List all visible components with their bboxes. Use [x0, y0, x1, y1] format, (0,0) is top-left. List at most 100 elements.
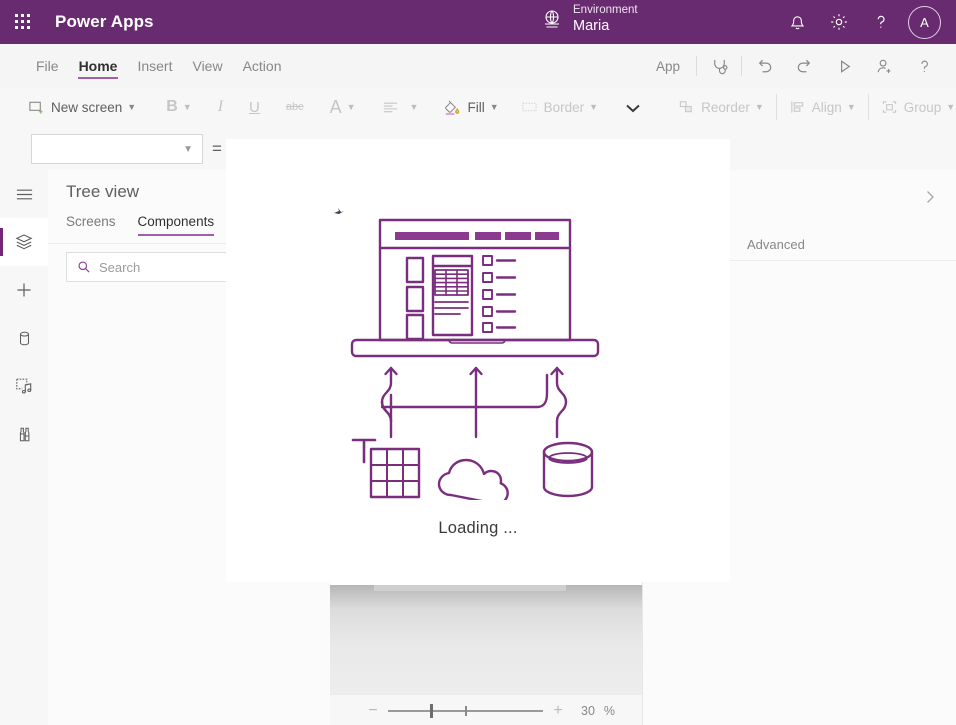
align-button[interactable]: Align ▼ [783, 92, 862, 122]
zoom-slider-thumb[interactable] [430, 703, 433, 718]
align-text-button[interactable]: ▼ [376, 92, 425, 122]
chevron-right-icon[interactable] [919, 186, 941, 208]
zoom-slider[interactable] [388, 703, 543, 719]
share-app-icon[interactable] [864, 44, 904, 88]
data-sources-icon[interactable] [0, 314, 48, 362]
fill-button[interactable]: Fill ▼ [436, 92, 504, 122]
menu-bar-actions: App [642, 44, 944, 88]
menu-bar: File Home Insert View Action App [0, 44, 956, 89]
menu-item-home[interactable]: Home [69, 44, 128, 88]
align-icon [382, 100, 399, 114]
font-size-button[interactable]: A ▼ [324, 92, 362, 122]
menu-item-insert[interactable]: Insert [127, 44, 182, 88]
page-title: Tree view [66, 182, 140, 201]
hamburger-menu-icon[interactable] [0, 170, 48, 218]
question-mark-icon[interactable] [860, 0, 902, 44]
tree-view-layers-icon[interactable] [0, 218, 48, 266]
zoom-in-button[interactable]: + [547, 702, 569, 720]
formula-equals-sign: = [212, 139, 222, 158]
zoom-out-button[interactable]: − [362, 702, 384, 720]
loading-text: Loading ... [438, 518, 518, 537]
italic-button[interactable]: I [212, 92, 229, 122]
zoom-value: 30 [581, 703, 595, 718]
brand-title: Power Apps [55, 12, 154, 31]
search-placeholder: Search [99, 259, 141, 275]
menu-divider-2 [741, 56, 742, 76]
environment-name: Maria [573, 18, 610, 35]
fill-label: Fill [467, 99, 485, 115]
menu-divider [696, 56, 697, 76]
chevron-down-icon: ▼ [346, 102, 356, 112]
border-button[interactable]: Border ▼ [515, 92, 604, 122]
header-actions: A [776, 0, 948, 44]
menu-items: File Home Insert View Action [26, 44, 292, 88]
app-launcher-icon[interactable] [15, 13, 32, 31]
bold-icon: B [166, 98, 178, 115]
undo-icon[interactable] [744, 44, 784, 88]
bell-icon[interactable] [776, 0, 818, 44]
menu-item-file[interactable]: File [26, 44, 69, 88]
property-select[interactable]: ▼ [31, 134, 203, 164]
app-header: Power Apps Environment Maria A [0, 0, 956, 44]
ribbon-group-text: B ▼ I U abc A ▼ ▼ [160, 88, 424, 126]
strikethrough-button[interactable]: abc [280, 92, 310, 122]
media-icon[interactable] [0, 362, 48, 410]
redo-icon[interactable] [784, 44, 824, 88]
canvas-screen-strip [374, 585, 566, 591]
app-checker-icon[interactable] [699, 44, 739, 88]
preview-app-icon[interactable] [824, 44, 864, 88]
font-size-icon: A [329, 96, 342, 117]
chevron-down-icon: ▼ [489, 102, 499, 112]
zoom-unit: % [603, 703, 616, 718]
reorder-icon [678, 99, 695, 115]
border-icon [521, 100, 538, 114]
chevron-down-icon: ▼ [409, 102, 419, 112]
cursor-artifact-icon [333, 206, 345, 224]
chevron-down-icon: ▼ [846, 102, 856, 112]
help-icon[interactable] [904, 44, 944, 88]
border-label: Border [543, 99, 585, 115]
variables-icon[interactable] [0, 410, 48, 458]
tab-screens[interactable]: Screens [66, 214, 122, 236]
tree-view-tabs: Screens Components [66, 214, 236, 236]
chevron-down-icon: ▼ [183, 143, 193, 155]
reorder-button[interactable]: Reorder ▼ [672, 92, 770, 122]
search-icon [77, 260, 91, 274]
chevron-down-icon: ▼ [127, 102, 137, 112]
chevron-down-icon: ▼ [946, 102, 956, 112]
underline-icon: U [249, 98, 260, 116]
environment-selector[interactable]: Environment Maria [541, 4, 638, 35]
gear-icon[interactable] [818, 0, 860, 44]
new-screen-button[interactable]: New screen ▼ [22, 92, 142, 122]
ribbon-divider-3 [775, 94, 777, 120]
avatar[interactable]: A [908, 5, 941, 39]
menu-item-action[interactable]: Action [233, 44, 292, 88]
ribbon-group-style: Fill ▼ Border ▼ [436, 88, 654, 126]
tab-advanced[interactable]: Advanced [747, 237, 805, 252]
chevron-down-icon: ▼ [754, 102, 764, 112]
underline-button[interactable]: U [243, 92, 266, 122]
align-objects-icon [789, 99, 806, 115]
ribbon-more-button[interactable] [618, 92, 654, 122]
zoom-slider-tick [465, 705, 467, 716]
italic-icon: I [217, 98, 224, 115]
chevron-down-icon: ▼ [182, 102, 192, 112]
ribbon-divider-4 [867, 94, 869, 120]
loading-dialog: Loading ... [226, 139, 730, 582]
menu-item-view[interactable]: View [182, 44, 232, 88]
avatar-initial: A [920, 14, 929, 30]
chevron-down-icon [624, 101, 642, 114]
strikethrough-icon: abc [285, 101, 304, 113]
bold-button[interactable]: B ▼ [160, 92, 197, 122]
left-rail [0, 170, 49, 725]
tab-components[interactable]: Components [137, 214, 221, 236]
group-button[interactable]: Group ▼ [875, 92, 956, 122]
data-connection-illustration [343, 190, 613, 505]
ribbon-group-arrange: Reorder ▼ Align ▼ Group ▼ [672, 88, 956, 126]
fill-bucket-icon [442, 98, 461, 117]
environment-label: Environment [573, 4, 638, 16]
insert-plus-icon[interactable] [0, 266, 48, 314]
environment-globe-icon [541, 8, 563, 30]
ribbon-group-screen: New screen ▼ [22, 88, 142, 126]
app-menu-button[interactable]: App [642, 59, 694, 74]
